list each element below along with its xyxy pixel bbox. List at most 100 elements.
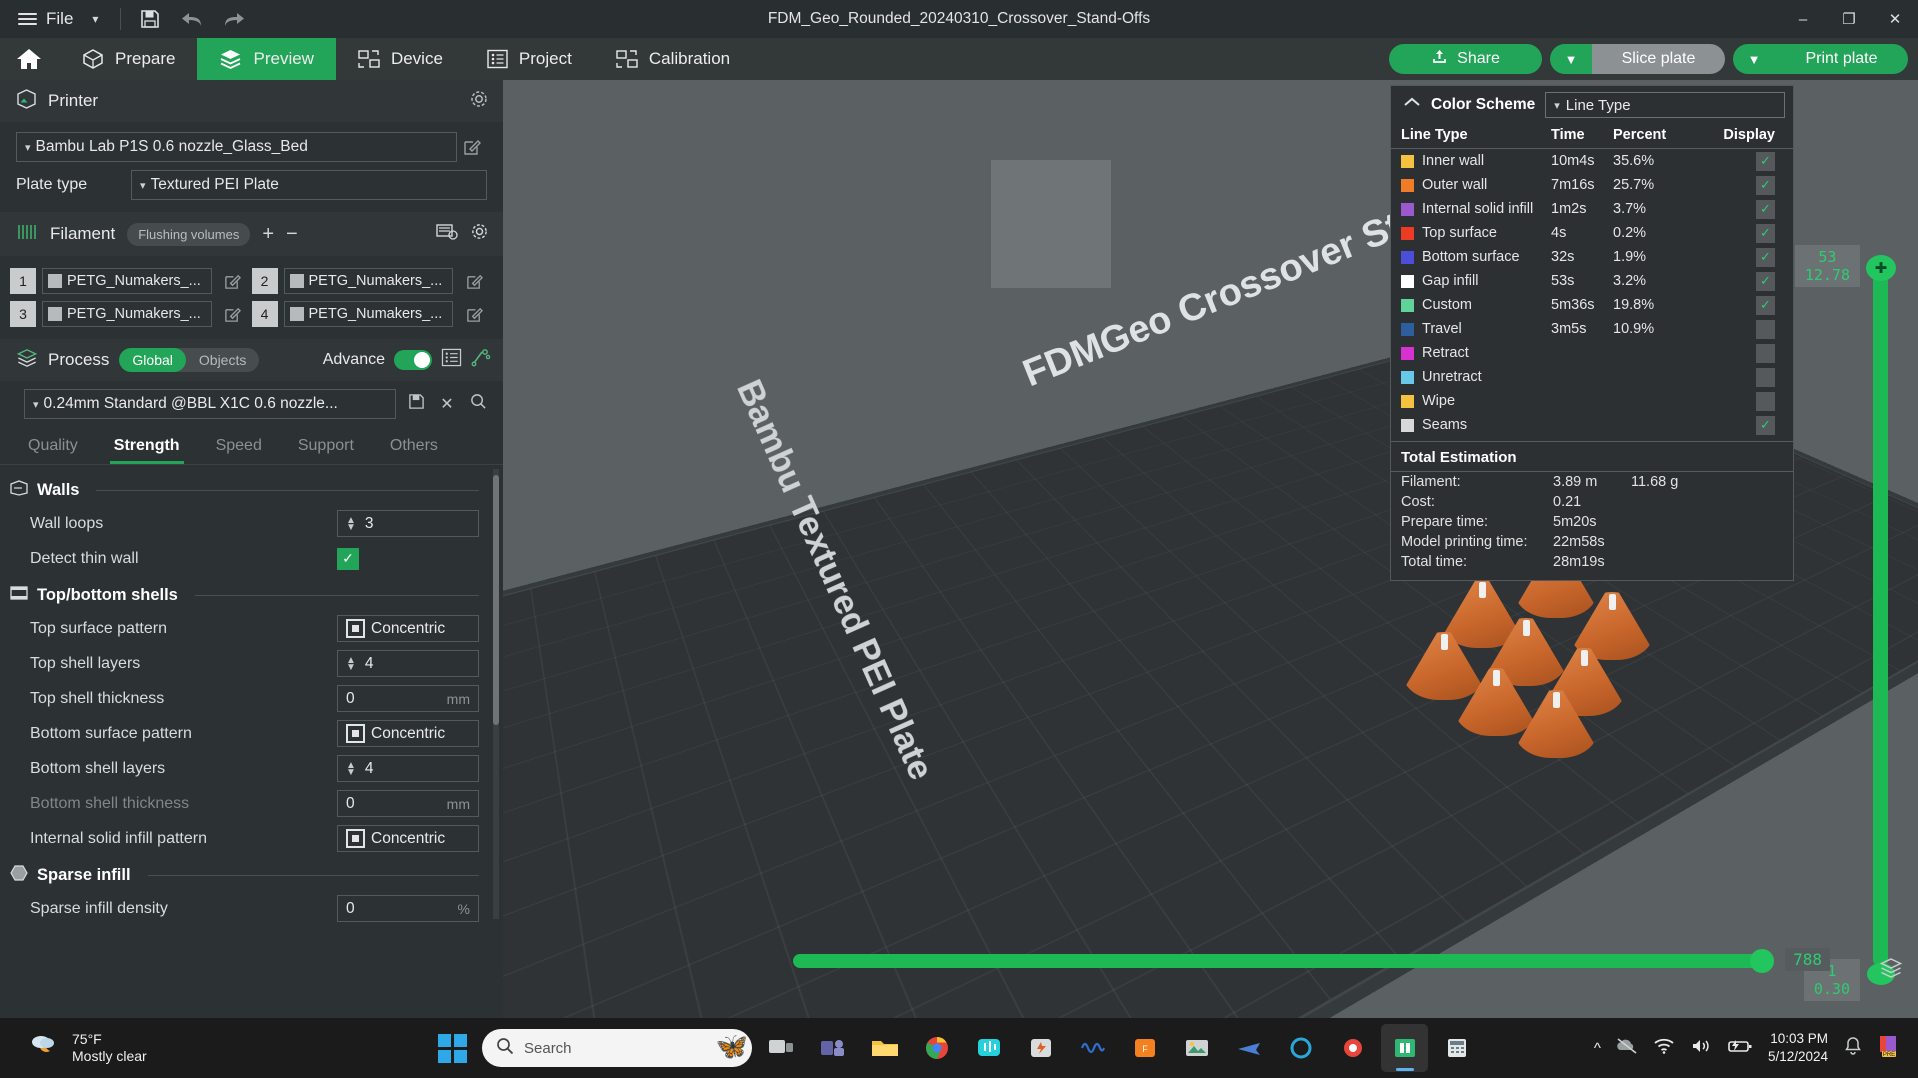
battery-icon[interactable]: [1727, 1037, 1753, 1059]
delete-preset-icon[interactable]: ✕: [436, 394, 458, 414]
ams-icon[interactable]: [436, 222, 458, 247]
settings-scrollbar-thumb[interactable]: [493, 475, 499, 725]
tab-quality[interactable]: Quality: [10, 431, 96, 464]
tab-speed[interactable]: Speed: [198, 431, 280, 464]
print-plate-button[interactable]: Print plate: [1775, 44, 1908, 74]
legend-display-checkbox[interactable]: ✓: [1756, 175, 1775, 195]
wifi-icon[interactable]: [1653, 1037, 1675, 1059]
legend-row[interactable]: Travel 3m5s 10.9%: [1391, 317, 1793, 341]
legend-display-checkbox[interactable]: ✓: [1756, 415, 1775, 435]
process-preset-combo[interactable]: ▾ 0.24mm Standard @BBL X1C 0.6 nozzle...: [24, 389, 396, 419]
fusion360-icon[interactable]: F: [1121, 1024, 1168, 1072]
teams-icon[interactable]: [809, 1024, 856, 1072]
legend-row[interactable]: Bottom surface 32s 1.9% ✓: [1391, 245, 1793, 269]
file-explorer-icon[interactable]: [861, 1024, 908, 1072]
spinner-icon[interactable]: ▲ ▼: [346, 760, 356, 777]
legend-row[interactable]: Top surface 4s 0.2% ✓: [1391, 221, 1793, 245]
wall-loops-input[interactable]: ▲ ▼ 3: [337, 510, 479, 537]
close-button[interactable]: ✕: [1872, 0, 1918, 38]
tab-others[interactable]: Others: [372, 431, 456, 464]
plate-type-combo[interactable]: ▾ Textured PEI Plate: [131, 170, 487, 200]
share-button[interactable]: Share: [1389, 44, 1542, 74]
move-slider-handle[interactable]: [1750, 949, 1774, 973]
edit-filament-icon[interactable]: [459, 273, 489, 290]
slice-plate-dropdown-icon[interactable]: ▼: [1550, 44, 1592, 74]
lightburn-icon[interactable]: [1017, 1024, 1064, 1072]
printer-settings-gear-icon[interactable]: [469, 89, 489, 114]
process-scope-toggle[interactable]: Global Objects: [119, 348, 260, 372]
audacity-icon[interactable]: [1069, 1024, 1116, 1072]
detect-thin-wall-checkbox[interactable]: ✓: [337, 547, 359, 570]
legend-row[interactable]: Outer wall 7m16s 25.7% ✓: [1391, 173, 1793, 197]
scope-objects-option[interactable]: Objects: [186, 348, 259, 372]
flushing-volumes-button[interactable]: Flushing volumes: [127, 222, 251, 246]
bambu-studio-icon[interactable]: [1381, 1024, 1428, 1072]
spinner-icon[interactable]: ▲ ▼: [346, 655, 356, 672]
layer-slider[interactable]: ✚ 53 12.78 1 0.30: [1794, 245, 1896, 1001]
legend-display-checkbox[interactable]: [1756, 367, 1775, 387]
home-button[interactable]: [0, 38, 60, 80]
amazon-music-icon[interactable]: [965, 1024, 1012, 1072]
legend-row[interactable]: Inner wall 10m4s 35.6% ✓: [1391, 149, 1793, 173]
layer-slider-track[interactable]: [1873, 273, 1888, 967]
advance-toggle[interactable]: [394, 350, 432, 370]
legend-display-checkbox[interactable]: [1756, 343, 1775, 363]
tab-prepare[interactable]: Prepare: [60, 38, 197, 80]
legend-display-checkbox[interactable]: ✓: [1756, 199, 1775, 219]
prusa-tray-icon[interactable]: PRE: [1878, 1034, 1904, 1062]
legend-display-checkbox[interactable]: [1756, 391, 1775, 411]
legend-display-checkbox[interactable]: ✓: [1756, 223, 1775, 243]
minimize-button[interactable]: –: [1780, 0, 1826, 38]
edit-filament-icon[interactable]: [459, 306, 489, 323]
slice-plate-button[interactable]: Slice plate: [1592, 44, 1725, 74]
filament-combo[interactable]: PETG_Numakers_...: [42, 268, 212, 294]
weather-widget[interactable]: 75°F Mostly clear: [0, 1031, 147, 1066]
top-shell-thickness-input[interactable]: 0 mm: [337, 685, 479, 712]
legend-display-checkbox[interactable]: ✓: [1756, 151, 1775, 171]
save-preset-icon[interactable]: [405, 393, 427, 415]
sparse-infill-density-input[interactable]: 0 %: [337, 895, 479, 922]
top-shell-layers-input[interactable]: ▲ ▼ 4: [337, 650, 479, 677]
filament-combo[interactable]: PETG_Numakers_...: [42, 301, 212, 327]
chevron-down-icon[interactable]: ▾: [92, 12, 98, 26]
tab-device[interactable]: Device: [336, 38, 465, 80]
flightsim-icon[interactable]: [1225, 1024, 1272, 1072]
filament-item[interactable]: 4 PETG_Numakers_...: [251, 301, 490, 327]
start-button-icon[interactable]: [438, 1033, 467, 1063]
tab-strength[interactable]: Strength: [96, 431, 198, 464]
tray-expand-icon[interactable]: ^: [1594, 1040, 1601, 1057]
undo-icon[interactable]: [171, 0, 213, 38]
view-layers-toggle-icon[interactable]: [1878, 957, 1904, 984]
image-editor-icon[interactable]: [1173, 1024, 1220, 1072]
filament-combo[interactable]: PETG_Numakers_...: [283, 268, 453, 294]
internal-solid-infill-pattern-combo[interactable]: Concentric: [337, 825, 479, 852]
layer-slider-upper-handle[interactable]: ✚: [1866, 255, 1896, 281]
legend-row[interactable]: Unretract: [1391, 365, 1793, 389]
legend-row[interactable]: Internal solid infill 1m2s 3.7% ✓: [1391, 197, 1793, 221]
notifications-bell-icon[interactable]: [1843, 1036, 1863, 1060]
redo-icon[interactable]: [213, 0, 255, 38]
print-plate-dropdown-icon[interactable]: ▼: [1733, 44, 1775, 74]
save-icon[interactable]: [129, 0, 171, 38]
bottom-surface-pattern-combo[interactable]: Concentric: [337, 720, 479, 747]
tab-calibration[interactable]: Calibration: [594, 38, 752, 80]
legend-row[interactable]: Wipe: [1391, 389, 1793, 413]
edit-filament-icon[interactable]: [218, 273, 248, 290]
clock[interactable]: 10:03 PM 5/12/2024: [1768, 1030, 1828, 1066]
search-input[interactable]: Search 🦋: [482, 1029, 752, 1067]
bottom-shell-layers-input[interactable]: ▲ ▼ 4: [337, 755, 479, 782]
filament-item[interactable]: 2 PETG_Numakers_...: [251, 268, 490, 294]
collapse-chevron-up-icon[interactable]: [1403, 96, 1421, 115]
top-surface-pattern-combo[interactable]: Concentric: [337, 615, 479, 642]
parameter-list-icon[interactable]: [441, 348, 462, 372]
chrome-icon[interactable]: [913, 1024, 960, 1072]
tab-preview[interactable]: Preview: [197, 38, 336, 80]
legend-display-checkbox[interactable]: ✓: [1756, 295, 1775, 315]
filament-combo[interactable]: PETG_Numakers_...: [283, 301, 453, 327]
onedrive-offline-icon[interactable]: [1616, 1037, 1638, 1059]
legend-row[interactable]: Retract: [1391, 341, 1793, 365]
maximize-button[interactable]: ❐: [1826, 0, 1872, 38]
tab-project[interactable]: Project: [465, 38, 594, 80]
file-menu-button[interactable]: File ▾: [0, 0, 112, 38]
legend-row[interactable]: Seams ✓: [1391, 413, 1793, 437]
